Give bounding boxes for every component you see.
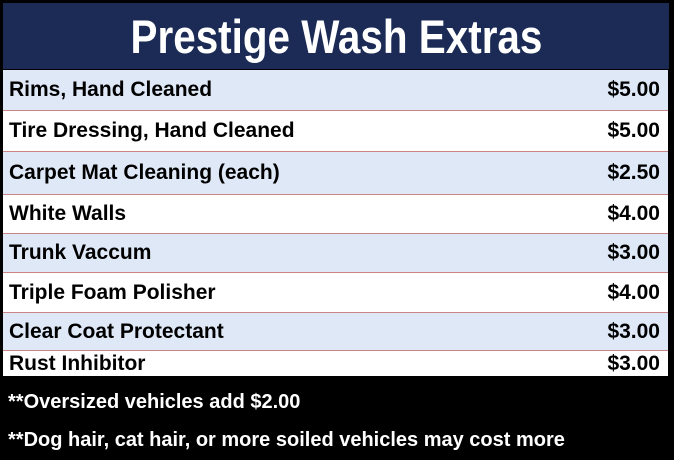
soiled-vehicle-note: **Dog hair, cat hair, or more soiled veh… bbox=[8, 429, 565, 451]
price-row-rust-inhibitor: Rust Inhibitor $3.00 bbox=[3, 351, 668, 376]
price-row-white-walls: White Walls $4.00 bbox=[3, 195, 668, 234]
item-name: White Walls bbox=[9, 202, 127, 225]
item-price: $3.00 bbox=[607, 241, 660, 264]
price-table: Rims, Hand Cleaned $5.00 Tire Dressing, … bbox=[3, 70, 668, 376]
item-name: Tire Dressing, Hand Cleaned bbox=[9, 119, 295, 142]
item-name: Clear Coat Protectant bbox=[9, 319, 224, 343]
item-price: $5.00 bbox=[607, 119, 660, 142]
price-row-clear-coat: Clear Coat Protectant $3.00 bbox=[3, 313, 668, 351]
price-row-tire-dressing: Tire Dressing, Hand Cleaned $5.00 bbox=[3, 111, 668, 152]
footnotes: **Oversized vehicles add $2.00 **Dog hai… bbox=[8, 380, 668, 452]
item-name: Trunk Vaccum bbox=[9, 241, 152, 264]
price-row-trunk-vaccum: Trunk Vaccum $3.00 bbox=[3, 234, 668, 273]
item-price: $3.00 bbox=[607, 319, 660, 343]
price-row-carpet-mat: Carpet Mat Cleaning (each) $2.50 bbox=[3, 152, 668, 195]
price-board: Prestige Wash Extras Rims, Hand Cleaned … bbox=[0, 0, 674, 460]
item-price: $3.00 bbox=[607, 351, 660, 375]
item-name: Rims, Hand Cleaned bbox=[9, 78, 213, 101]
item-name: Rust Inhibitor bbox=[9, 351, 146, 375]
item-price: $5.00 bbox=[607, 78, 660, 101]
item-name: Carpet Mat Cleaning (each) bbox=[9, 161, 280, 184]
item-name: Triple Foam Polisher bbox=[9, 280, 216, 304]
price-row-rims: Rims, Hand Cleaned $5.00 bbox=[3, 70, 668, 111]
item-price: $2.50 bbox=[607, 161, 660, 184]
title-banner: Prestige Wash Extras bbox=[3, 3, 669, 69]
page-title: Prestige Wash Extras bbox=[130, 9, 542, 63]
item-price: $4.00 bbox=[607, 280, 660, 304]
price-row-triple-foam: Triple Foam Polisher $4.00 bbox=[3, 273, 668, 313]
item-price: $4.00 bbox=[607, 202, 660, 225]
oversized-vehicle-note: **Oversized vehicles add $2.00 bbox=[8, 391, 301, 413]
